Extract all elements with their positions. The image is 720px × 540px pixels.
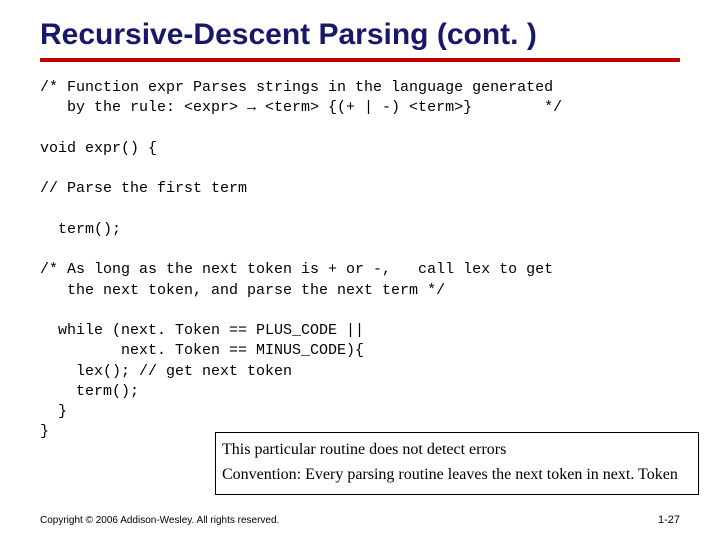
callout-box: This particular routine does not detect … — [215, 432, 699, 495]
code-line: /* Function expr Parses strings in the l… — [40, 79, 553, 96]
code-line: void expr() { — [40, 140, 157, 157]
page-number: 1-27 — [658, 514, 680, 526]
code-line: next. Token == MINUS_CODE){ — [40, 342, 364, 359]
code-block: /* Function expr Parses strings in the l… — [40, 78, 680, 443]
code-line: by the rule: <expr> → <term> {(+ | -) <t… — [40, 99, 562, 116]
code-line: // Parse the first term — [40, 180, 247, 197]
code-line: the next token, and parse the next term … — [40, 282, 445, 299]
callout-line: Convention: Every parsing routine leaves… — [222, 465, 692, 486]
title-underline — [40, 58, 680, 62]
copyright-footer: Copyright © 2006 Addison-Wesley. All rig… — [40, 515, 279, 526]
slide-title: Recursive-Descent Parsing (cont. ) — [40, 18, 680, 52]
code-line: /* As long as the next token is + or -, … — [40, 261, 553, 278]
code-line: } — [40, 423, 49, 440]
code-line: lex(); // get next token — [40, 363, 292, 380]
callout-line: This particular routine does not detect … — [222, 440, 692, 461]
code-line: term(); — [40, 221, 121, 238]
code-line: while (next. Token == PLUS_CODE || — [40, 322, 364, 339]
code-line: } — [40, 403, 67, 420]
code-line: term(); — [40, 383, 139, 400]
